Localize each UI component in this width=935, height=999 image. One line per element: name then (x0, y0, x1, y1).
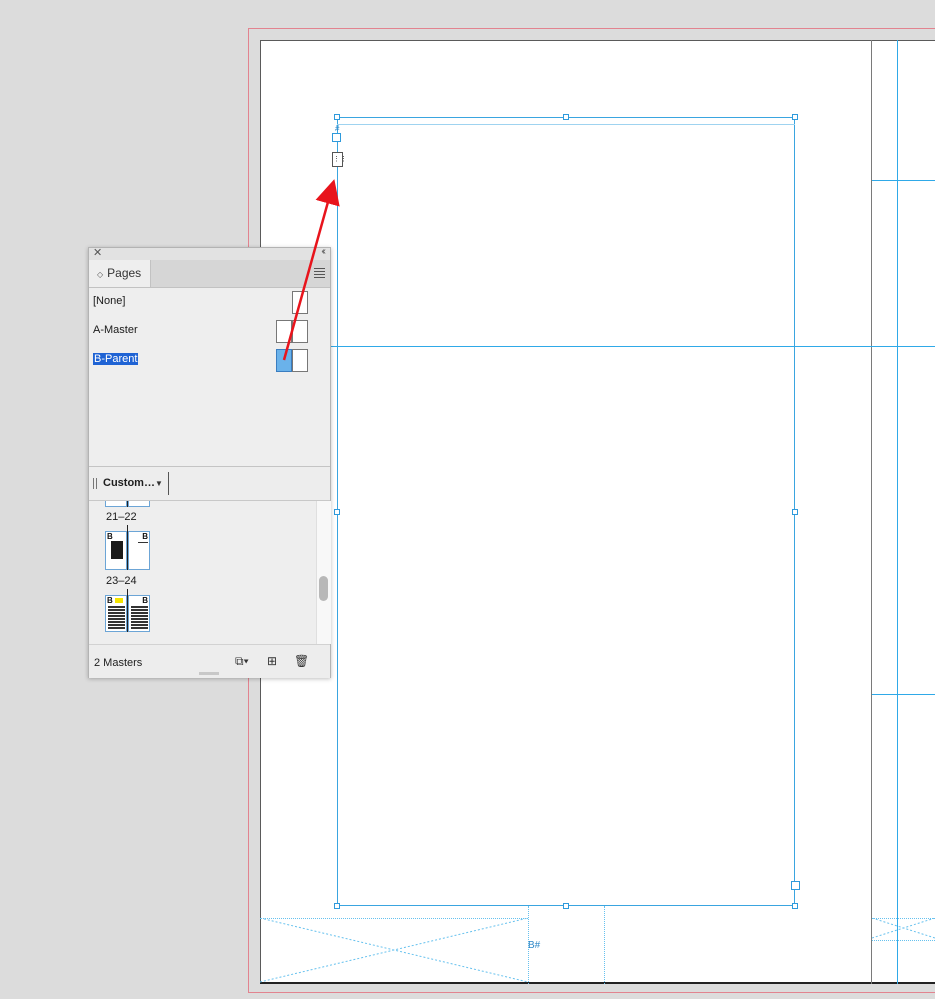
annotation-arrow (282, 179, 340, 361)
